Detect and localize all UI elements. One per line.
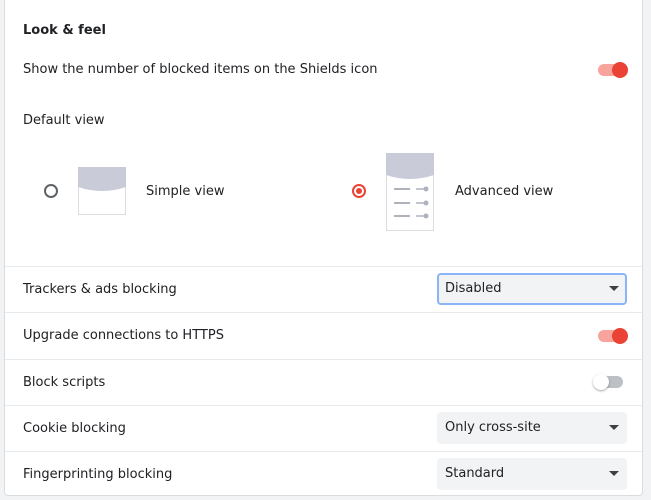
advanced-view-option[interactable]: Advanced view bbox=[351, 150, 571, 232]
simple-view-radio[interactable] bbox=[44, 184, 58, 198]
toggle-knob bbox=[612, 62, 628, 78]
divider bbox=[5, 405, 644, 406]
upgrade-https-toggle[interactable] bbox=[596, 328, 628, 344]
fingerprinting-blocking-select[interactable]: Standard bbox=[437, 458, 627, 490]
simple-view-label: Simple view bbox=[146, 184, 225, 199]
shields-icon-count-toggle[interactable] bbox=[596, 62, 628, 78]
upgrade-https-label: Upgrade connections to HTTPS bbox=[23, 328, 224, 343]
shields-settings-card: Look & feel Show the number of blocked i… bbox=[4, 0, 644, 496]
advanced-view-preview-icon bbox=[386, 153, 434, 231]
select-value: Standard bbox=[445, 466, 505, 481]
select-value: Only cross-site bbox=[445, 420, 541, 435]
fingerprinting-blocking-label: Fingerprinting blocking bbox=[23, 467, 173, 482]
trackers-ads-blocking-label: Trackers & ads blocking bbox=[23, 282, 177, 297]
simple-view-option[interactable]: Simple view bbox=[43, 160, 243, 220]
block-scripts-label: Block scripts bbox=[23, 375, 106, 390]
chevron-down-icon bbox=[609, 286, 619, 291]
cookie-blocking-label: Cookie blocking bbox=[23, 421, 126, 436]
chevron-down-icon bbox=[609, 425, 619, 430]
divider bbox=[5, 266, 644, 267]
simple-view-preview-icon bbox=[78, 167, 126, 215]
advanced-view-label: Advanced view bbox=[455, 184, 554, 199]
block-scripts-toggle[interactable] bbox=[593, 374, 625, 390]
divider bbox=[5, 451, 644, 452]
advanced-view-radio[interactable] bbox=[352, 184, 366, 198]
divider bbox=[5, 312, 644, 313]
select-value: Disabled bbox=[445, 281, 502, 296]
toggle-knob bbox=[593, 374, 609, 390]
section-title: Look & feel bbox=[23, 23, 106, 38]
trackers-ads-blocking-select[interactable]: Disabled bbox=[437, 273, 627, 305]
shields-icon-count-label: Show the number of blocked items on the … bbox=[23, 62, 378, 77]
cookie-blocking-select[interactable]: Only cross-site bbox=[437, 412, 627, 444]
toggle-knob bbox=[612, 328, 628, 344]
divider bbox=[5, 359, 644, 360]
chevron-down-icon bbox=[609, 471, 619, 476]
default-view-label: Default view bbox=[23, 113, 105, 128]
